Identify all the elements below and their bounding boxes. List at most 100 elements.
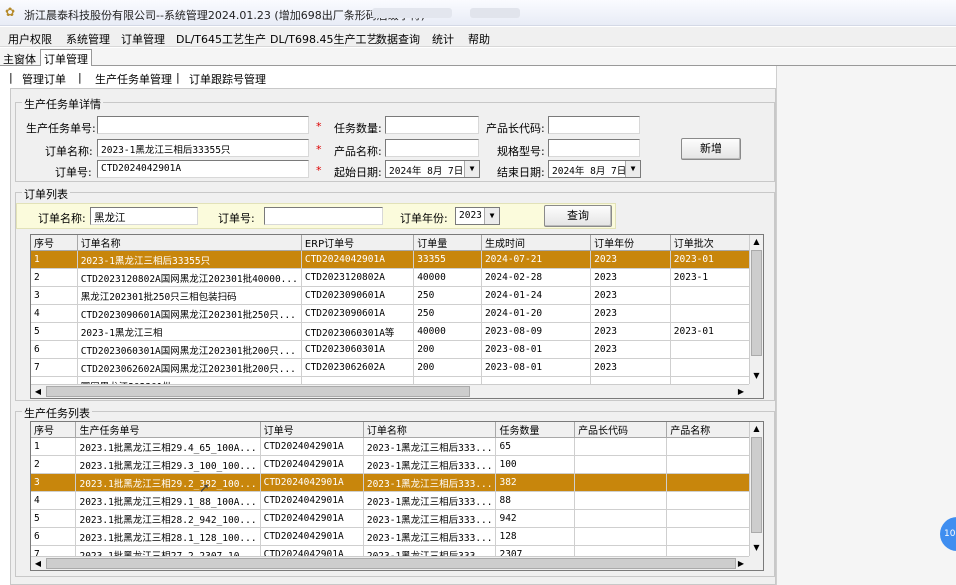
table-row[interactable]: 1 2023-1黑龙江三相后33355只 CTD2024042901A 3335…: [31, 250, 763, 269]
cell-order-name: CTD2023120802A国网黑龙江202301批40000...: [77, 268, 302, 287]
scroll-thumb[interactable]: [46, 386, 470, 397]
menu-dlt645-process[interactable]: DL/T645工艺生产: [176, 31, 266, 47]
order-grid-vscroll[interactable]: ▲ ▼: [749, 235, 763, 384]
menu-user-permissions[interactable]: 用户权限: [8, 31, 52, 47]
cell-index: 5: [31, 322, 78, 341]
col-header-index[interactable]: 序号: [31, 235, 78, 251]
subtab-manage-orders[interactable]: 管理订单: [22, 71, 66, 87]
long-code-label: 产品长代码:: [486, 122, 545, 135]
cell-task-qty: 88: [495, 491, 576, 510]
col-header-task-qty[interactable]: 任务数量: [495, 422, 576, 438]
col-header-order-no[interactable]: 订单号: [260, 422, 364, 438]
table-row[interactable]: 1 2023.1批黑龙江三相29.4_65_100A... CTD2024042…: [31, 437, 763, 456]
cell-task-no: 2023.1批黑龙江三相28.1_128_100...: [75, 527, 261, 546]
table-row[interactable]: 2 2023.1批黑龙江三相29.3_100_100... CTD2024042…: [31, 455, 763, 474]
table-row[interactable]: 4 CTD2023090601A国网黑龙江202301批250只... CTD2…: [31, 304, 763, 323]
long-code-field[interactable]: [548, 116, 640, 134]
query-button[interactable]: 查询: [544, 205, 612, 227]
app-icon: ✿: [5, 5, 16, 19]
menu-order-management[interactable]: 订单管理: [121, 31, 165, 47]
separator: |: [176, 71, 180, 84]
col-header-task-no[interactable]: 生产任务单号: [75, 422, 261, 438]
search-order-name-label: 订单名称:: [38, 212, 86, 225]
end-date-picker[interactable]: 2024年 8月 7日 ▼: [548, 160, 641, 178]
col-header-order-name[interactable]: 订单名称: [77, 235, 302, 251]
cell-order-year: 2023: [590, 322, 671, 341]
task-qty-field[interactable]: [385, 116, 479, 134]
col-header-order-qty[interactable]: 订单量: [413, 235, 482, 251]
menu-system-management[interactable]: 系统管理: [66, 31, 110, 47]
subtab-order-tracking-management[interactable]: 订单跟踪号管理: [189, 71, 266, 87]
arrow-down-icon[interactable]: ▼: [750, 369, 763, 383]
table-row[interactable]: 6 2023.1批黑龙江三相28.1_128_100... CTD2024042…: [31, 527, 763, 546]
task-detail-legend: 生产任务单详情: [22, 96, 103, 112]
tab-main-window[interactable]: 主窗体: [3, 51, 36, 67]
chevron-down-icon[interactable]: ▼: [464, 161, 479, 177]
cell-index: 6: [31, 527, 77, 546]
scroll-thumb[interactable]: [751, 250, 762, 356]
table-row[interactable]: 3 黑龙江202301批250只三相包装扫码 CTD2023090601A 25…: [31, 286, 763, 305]
task-grid-hscroll[interactable]: ◀ ▶: [31, 556, 749, 570]
search-order-no-input[interactable]: [264, 207, 383, 225]
arrow-right-icon[interactable]: ▶: [734, 385, 748, 398]
cell-created-time: 2024-01-20: [481, 304, 592, 323]
menu-dlt698-process[interactable]: DL/T698.45生产工艺: [270, 31, 378, 47]
col-header-long-code[interactable]: 产品长代码: [574, 422, 668, 438]
col-header-order-year[interactable]: 订单年份: [590, 235, 671, 251]
search-year-select[interactable]: 2023 ▼: [455, 207, 500, 225]
col-header-created-time[interactable]: 生成时间: [481, 235, 592, 251]
cell-task-qty: 942: [495, 509, 576, 528]
arrow-up-icon[interactable]: ▲: [750, 235, 763, 249]
cell-index: 2: [31, 268, 78, 287]
search-order-name-input[interactable]: 黑龙江: [90, 207, 198, 225]
order-no-field[interactable]: CTD2024042901A: [97, 160, 309, 178]
task-no-label: 生产任务单号:: [26, 122, 96, 135]
cell-order-name: CTD2023090601A国网黑龙江202301批250只...: [77, 304, 302, 323]
spec-field[interactable]: [548, 139, 640, 157]
cell-order-name: 2023-1黑龙江三相后33355只: [77, 250, 302, 269]
task-grid-vscroll[interactable]: ▲ ▼: [749, 422, 763, 556]
table-row[interactable]: 3 2023.1批黑龙江三相29.2_382_100... CTD2024042…: [31, 473, 763, 492]
chevron-down-icon[interactable]: ▼: [625, 161, 640, 177]
arrow-up-icon[interactable]: ▲: [750, 422, 763, 436]
subtab-production-task-management[interactable]: 生产任务单管理: [95, 71, 172, 87]
order-grid-hscroll[interactable]: ◀ ▶: [31, 384, 749, 398]
table-row[interactable]: 4 2023.1批黑龙江三相29.1_88_100A... CTD2024042…: [31, 491, 763, 510]
arrow-left-icon[interactable]: ◀: [31, 557, 45, 570]
col-header-index[interactable]: 序号: [31, 422, 77, 438]
tab-order-management[interactable]: 订单管理: [40, 49, 92, 66]
col-header-erp-order-no[interactable]: ERP订单号: [301, 235, 415, 251]
task-no-field[interactable]: [97, 116, 309, 134]
task-table: 序号 生产任务单号 订单号 订单名称 任务数量 产品长代码 产品名称 1 202…: [31, 422, 763, 564]
scroll-thumb[interactable]: [751, 437, 762, 533]
start-date-picker[interactable]: 2024年 8月 7日 ▼: [385, 160, 480, 178]
cell-order-no: CTD2024042901A: [260, 527, 364, 546]
task-header-row: 序号 生产任务单号 订单号 订单名称 任务数量 产品长代码 产品名称: [31, 422, 763, 438]
table-row[interactable]: 5 2023.1批黑龙江三相28.2_942_100... CTD2024042…: [31, 509, 763, 528]
table-row[interactable]: 5 2023-1黑龙江三相 CTD2023060301A等 40000 2023…: [31, 322, 763, 341]
cell-index: 1: [31, 250, 78, 269]
chevron-down-icon[interactable]: ▼: [484, 208, 499, 224]
end-date-label: 结束日期:: [497, 166, 545, 179]
cell-order-qty: 40000: [413, 268, 482, 287]
product-name-field[interactable]: [385, 139, 479, 157]
arrow-left-icon[interactable]: ◀: [31, 385, 45, 398]
order-name-field[interactable]: 2023-1黑龙江三相后33355只: [97, 139, 309, 157]
arrow-down-icon[interactable]: ▼: [750, 541, 763, 555]
scroll-thumb[interactable]: [46, 558, 736, 569]
menu-help[interactable]: 帮助: [468, 31, 490, 47]
table-row[interactable]: 2 CTD2023120802A国网黑龙江202301批40000... CTD…: [31, 268, 763, 287]
cell-index: 7: [31, 358, 78, 377]
cell-order-year: 2023: [590, 250, 671, 269]
window-title: 浙江晨泰科技股份有限公司--系统管理2024.01.23 (增加698出厂条形码…: [24, 9, 425, 22]
menu-statistics[interactable]: 统计: [432, 31, 454, 47]
cell-created-time: 2023-08-01: [481, 340, 592, 359]
menu-data-query[interactable]: 数据查询: [376, 31, 420, 47]
arrow-right-icon[interactable]: ▶: [734, 557, 748, 570]
table-row[interactable]: 6 CTD2023060301A国网黑龙江202301批200只... CTD2…: [31, 340, 763, 359]
scroll-corner: [749, 556, 763, 570]
table-row[interactable]: 7 CTD2023062602A国网黑龙江202301批200只... CTD2…: [31, 358, 763, 377]
menu-bar: 用户权限 系统管理 订单管理 DL/T645工艺生产 DL/T698.45生产工…: [0, 27, 956, 47]
col-header-order-name[interactable]: 订单名称: [363, 422, 497, 438]
new-button[interactable]: 新增: [681, 138, 741, 160]
